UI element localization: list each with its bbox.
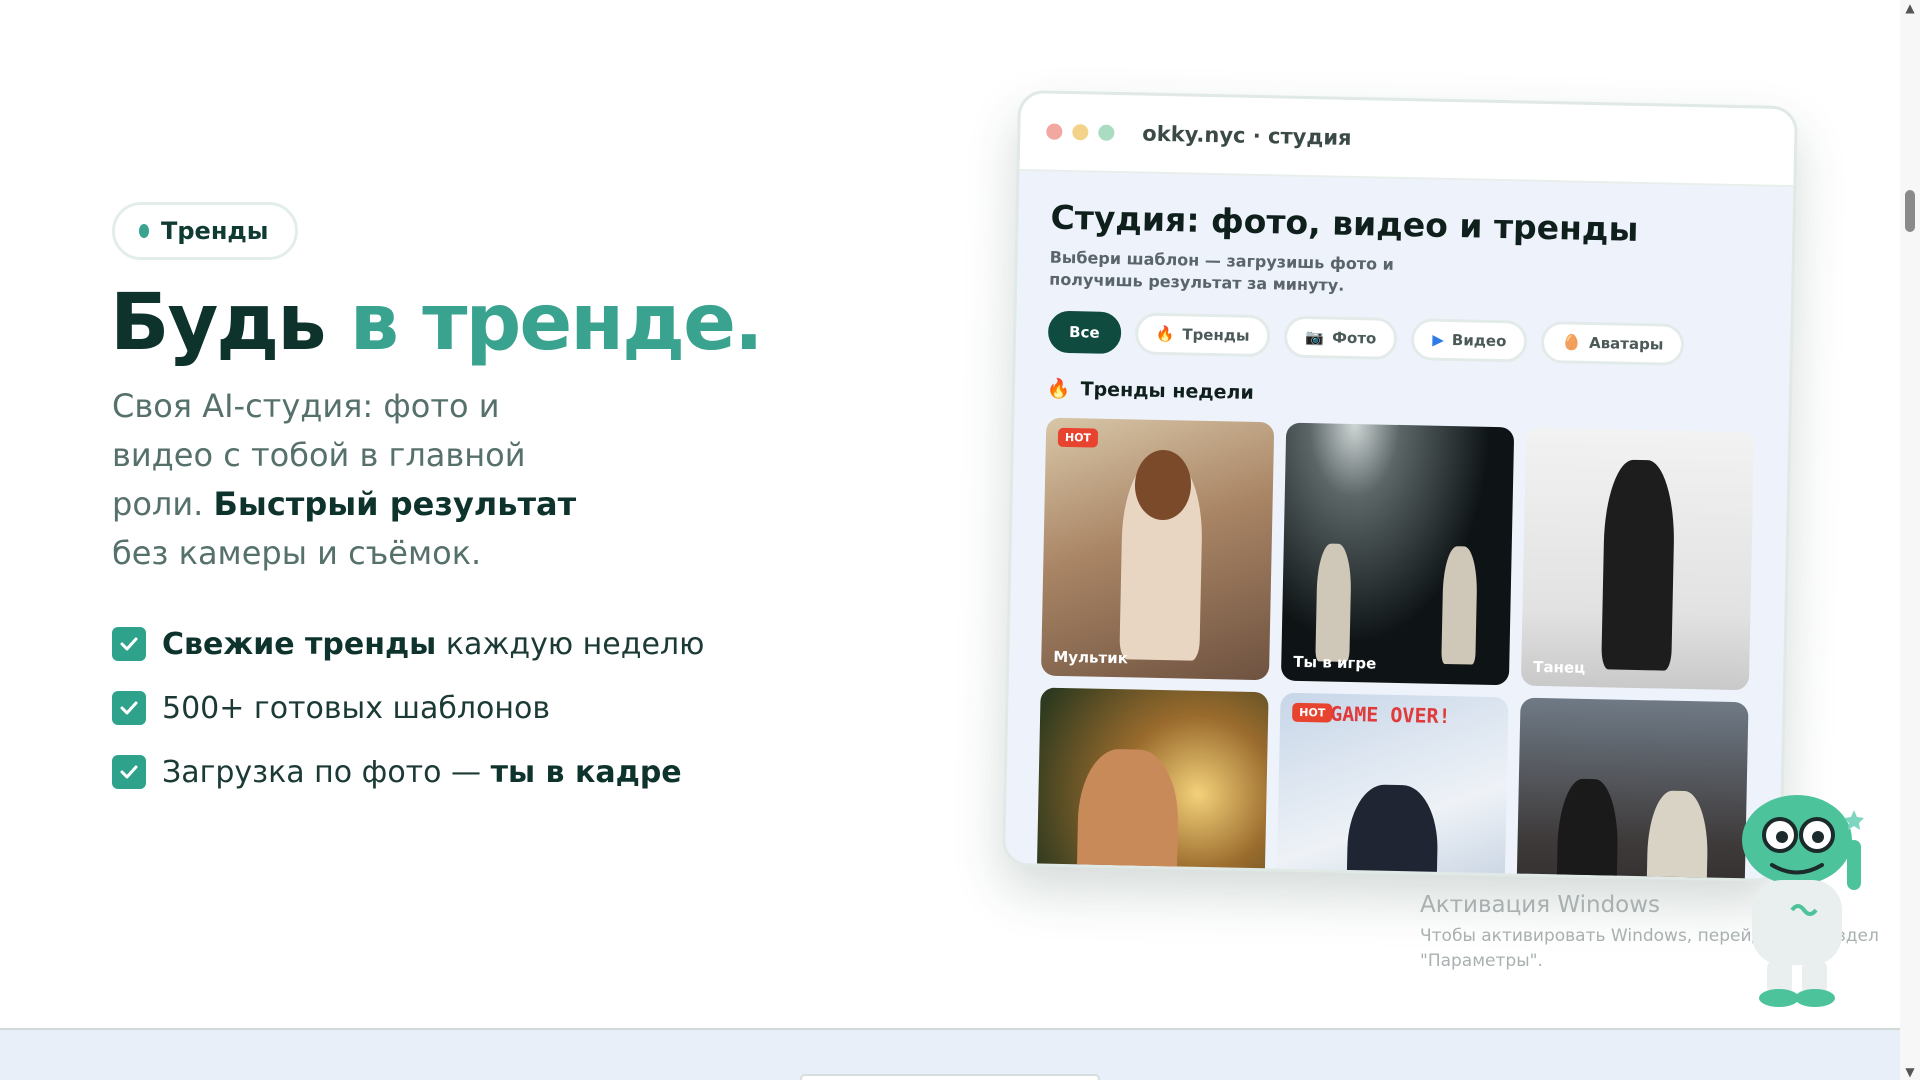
feature-bold: ты в кадре [490,754,682,790]
feature-bold: Свежие тренды [162,626,437,662]
checkbox-checked-icon [112,755,146,789]
hero-title-accent: в тренде. [349,278,764,368]
badge-dot-icon [139,224,149,238]
template-card[interactable]: HOT GAME OVER! [1275,692,1509,883]
chip-label: Видео [1451,331,1507,351]
page: Тренды Будь в тренде. Своя AI-студия: фо… [0,0,1920,1080]
play-icon: ▶ [1432,330,1445,349]
game-over-text: GAME OVER! [1329,701,1451,729]
chip-label: Фото [1331,328,1377,348]
person-figure [1601,459,1676,671]
feature-item: Загрузка по фото — ты в кадре [112,740,704,804]
scroll-down-arrow-icon[interactable]: ▼ [1904,1066,1916,1078]
feature-list: Свежие тренды каждую неделю 500+ готовых… [112,612,704,804]
template-label: Ты в игре [1293,652,1377,673]
next-section-badge [800,1074,1100,1080]
camera-icon: 📷 [1305,327,1325,347]
checkbox-checked-icon [112,691,146,725]
chip-all[interactable]: Все [1047,310,1122,355]
dino-mascot-icon[interactable] [1722,780,1872,1010]
page-scrollbar[interactable]: ▲ ▼ [1900,0,1920,1080]
person-figure [1075,748,1180,883]
feature-rest: Загрузка по фото — [162,754,491,790]
hero-subtitle-tail: без камеры и съёмок. [112,534,482,572]
window-close-dot-icon [1046,123,1063,140]
feature-text: Свежие тренды каждую неделю [162,627,704,662]
template-label: Мультик [1053,647,1129,668]
person-figure [1345,783,1439,883]
hero-title-main: Будь [110,278,350,368]
template-card[interactable] [1515,697,1749,883]
hero-title: Будь в тренде. [110,278,764,368]
trends-week-heading: 🔥 Тренды недели [1047,377,1757,415]
chip-video[interactable]: ▶ Видео [1410,318,1528,363]
section-title: Тренды недели [1080,377,1255,404]
person-figure [1441,545,1478,665]
next-section-strip [0,1028,1900,1080]
template-label: Танец [1533,657,1586,677]
chip-avatars[interactable]: 🥚 Аватары [1540,320,1685,366]
mockup-body: Студия: фото, видео и тренды Выбери шабл… [1003,171,1794,883]
studio-mockup-window: okky.nyc · студия Студия: фото, видео и … [1001,89,1799,883]
fire-icon: 🔥 [1046,377,1071,401]
hot-badge: HOT [1057,427,1099,448]
trends-badge[interactable]: Тренды [112,202,298,260]
template-card[interactable]: Танец [1520,427,1755,691]
window-maximize-dot-icon [1098,124,1115,141]
chip-label: Все [1068,323,1100,342]
feature-text: Загрузка по фото — ты в кадре [162,755,682,790]
fire-icon: 🔥 [1155,324,1175,344]
mockup-filter-chips: Все 🔥 Тренды 📷 Фото ▶ Видео 🥚 Аватары [1047,310,1759,368]
chip-photo[interactable]: 📷 Фото [1284,315,1398,360]
checkbox-checked-icon [112,627,146,661]
feature-item: 500+ готовых шаблонов [112,676,704,740]
person-figure [1315,543,1352,662]
mockup-url: okky.nyc · студия [1142,121,1352,150]
window-minimize-dot-icon [1072,124,1089,141]
badge-label: Тренды [161,217,269,245]
template-card[interactable]: Ты в игре [1280,422,1515,686]
chip-label: Аватары [1588,333,1664,354]
chip-label: Тренды [1182,325,1250,345]
scroll-up-arrow-icon[interactable]: ▲ [1904,2,1916,14]
scrollbar-thumb[interactable] [1905,190,1915,232]
feature-rest: каждую неделю [436,626,705,662]
person-figure [1555,778,1619,883]
template-grid: HOT Мультик Ты в игре Танец HOT GAME OVE… [1035,417,1756,883]
hot-badge: HOT [1292,702,1333,723]
person-figure [1645,790,1709,883]
chip-trends[interactable]: 🔥 Тренды [1134,312,1271,358]
egg-icon: 🥚 [1562,333,1582,352]
template-card[interactable] [1035,687,1269,883]
feature-text: 500+ готовых шаблонов [162,690,551,726]
feature-item: Свежие тренды каждую неделю [112,612,704,676]
hero-subtitle-bold: Быстрый результат [213,485,577,523]
hero-subtitle: Своя AI-студия: фото и видео с тобой в г… [112,382,582,578]
mockup-title: Студия: фото, видео и тренды [1050,197,1639,249]
mockup-subtitle: Выбери шаблон — загрузишь фото и получиш… [1049,247,1395,295]
template-card[interactable]: HOT Мультик [1040,417,1275,681]
